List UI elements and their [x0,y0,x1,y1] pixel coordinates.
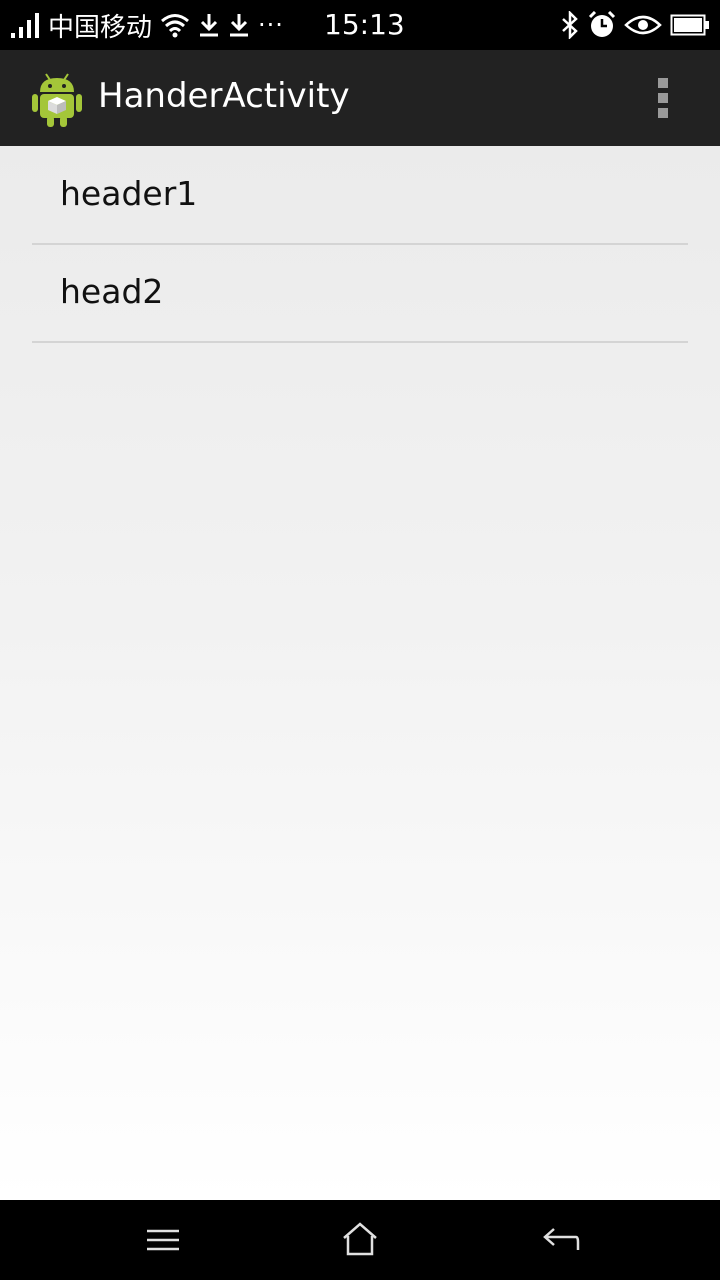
status-bar: 中国移动 ··· 15:13 [0,0,720,50]
eye-icon [624,15,662,35]
android-icon[interactable] [30,70,84,128]
back-icon[interactable] [540,1220,580,1260]
list-item-label: header1 [60,174,198,213]
status-bar-left: 中国移动 ··· [10,0,284,50]
preference-list: header1 head2 [0,146,720,1200]
navigation-bar [0,1200,720,1280]
battery-icon [670,14,709,36]
carrier-name: 中国移动 [48,12,153,43]
alarm-icon [588,11,616,37]
list-item[interactable]: head2 [32,244,688,343]
bluetooth-icon [562,11,578,39]
status-time: 15:13 [324,8,405,41]
app-title: HanderActivity [98,76,350,116]
signal-icon [11,13,39,38]
wifi-icon [161,14,189,38]
more-notifications-icon: ··· [258,11,284,39]
download-icon [200,14,219,37]
list-item-label: head2 [60,272,164,311]
download-icon [230,14,249,37]
home-icon[interactable] [340,1220,380,1260]
list-item[interactable]: header1 [32,146,688,245]
menu-icon[interactable] [143,1220,183,1260]
status-bar-right [552,0,710,50]
action-bar: HanderActivity [0,50,720,146]
overflow-menu-icon[interactable] [650,72,678,124]
